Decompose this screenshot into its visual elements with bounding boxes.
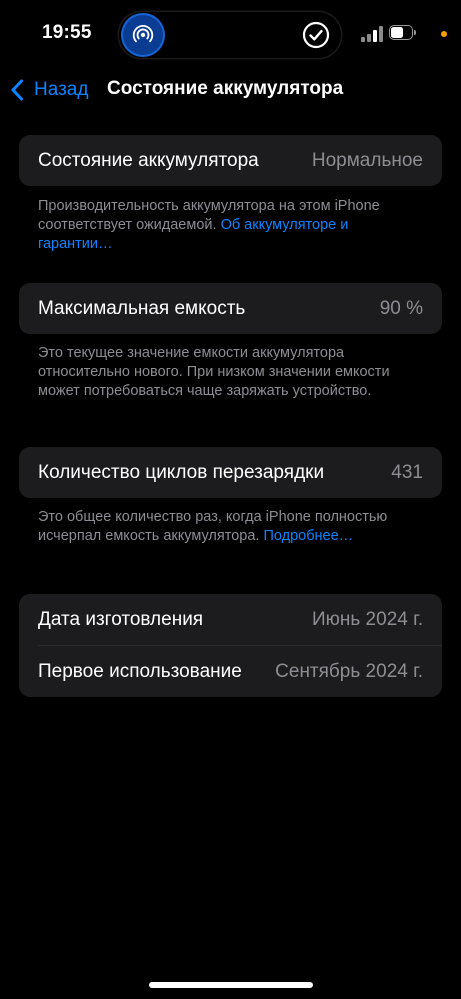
first-use-row: Первое использование Сентябрь 2024 г. — [19, 646, 442, 697]
manufacture-date-value: Июнь 2024 г. — [311, 608, 423, 630]
airdrop-icon[interactable] — [123, 15, 163, 55]
status-bar: 19:55 — [0, 0, 461, 70]
privacy-indicator-dot — [441, 31, 447, 37]
charge-cycles-label: Количество циклов перезарядки — [38, 461, 325, 483]
charge-cycles-row: Количество циклов перезарядки 431 — [19, 447, 442, 498]
manufacture-date-label: Дата изготовления — [38, 608, 204, 630]
max-capacity-footer: Это текущее значение емкости аккумулятор… — [38, 344, 424, 401]
home-indicator[interactable] — [149, 982, 313, 988]
max-capacity-row: Максимальная емкость 90 % — [19, 283, 442, 334]
chevron-left-icon — [11, 79, 23, 101]
battery-health-label: Состояние аккумулятора — [38, 149, 259, 171]
manufacture-date-row: Дата изготовления Июнь 2024 г. — [19, 594, 442, 645]
battery-level-fill — [391, 27, 403, 38]
battery-health-card: Состояние аккумулятора Нормальное — [19, 135, 442, 186]
page-title: Состояние аккумулятора — [107, 78, 344, 99]
battery-icon — [389, 25, 417, 42]
cellular-signal-icon — [361, 26, 383, 42]
dates-card: Дата изготовления Июнь 2024 г. Первое ис… — [19, 594, 442, 697]
first-use-value: Сентябрь 2024 г. — [275, 660, 423, 682]
first-use-label: Первое использование — [38, 660, 242, 682]
status-time: 19:55 — [42, 22, 92, 43]
battery-health-footer: Производительность аккумулятора на этом … — [38, 197, 424, 254]
navigation-bar: Назад Состояние аккумулятора — [0, 70, 461, 110]
battery-health-value: Нормальное — [311, 149, 423, 171]
charge-cycles-footer: Это общее количество раз, когда iPhone п… — [38, 508, 424, 546]
back-button[interactable]: Назад — [10, 77, 88, 103]
max-capacity-value: 90 % — [379, 297, 423, 319]
max-capacity-footer-text: Это текущее значение емкости аккумулятор… — [38, 345, 390, 399]
max-capacity-card: Максимальная емкость 90 % — [19, 283, 442, 334]
checkmark-circle-icon — [302, 21, 330, 49]
charge-cycles-card: Количество циклов перезарядки 431 — [19, 447, 442, 498]
max-capacity-label: Максимальная емкость — [38, 297, 246, 319]
battery-health-row: Состояние аккумулятора Нормальное — [19, 135, 442, 186]
charge-cycles-value: 431 — [391, 461, 423, 483]
back-label: Назад — [34, 79, 89, 100]
learn-more-link[interactable]: Подробнее… — [263, 528, 353, 544]
